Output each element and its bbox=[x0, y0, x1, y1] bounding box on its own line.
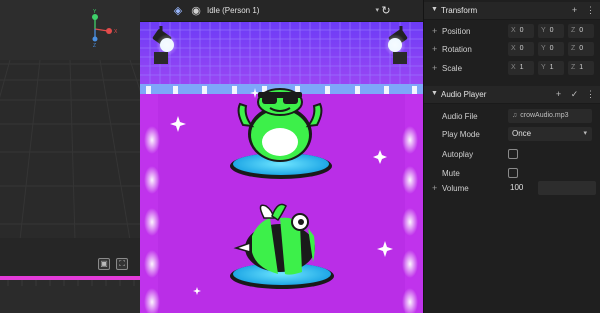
autoplay-checkbox[interactable] bbox=[508, 149, 518, 159]
position-x-field[interactable]: X0 bbox=[508, 24, 534, 38]
timeline-panel bbox=[0, 280, 140, 313]
mute-checkbox[interactable] bbox=[508, 168, 518, 178]
position-label: Position bbox=[442, 27, 471, 36]
position-z-field[interactable]: Z0 bbox=[568, 24, 594, 38]
volume-slider[interactable] bbox=[538, 181, 596, 195]
transform-rotation-row: + Rotation X0 Y0 Z0 bbox=[424, 39, 600, 59]
transform-section-header[interactable]: ▼ Transform + ⋮ bbox=[424, 2, 600, 20]
add-icon[interactable]: + bbox=[569, 5, 580, 16]
position-y-field[interactable]: Y0 bbox=[538, 24, 564, 38]
inspector-panel: ▼ Transform + ⋮ + Position X0 Y0 Z0 + Ro… bbox=[423, 0, 600, 313]
scale-x-field[interactable]: X1 bbox=[508, 61, 534, 75]
autoplay-label: Autoplay bbox=[442, 150, 474, 159]
chevron-down-icon[interactable]: ▼ bbox=[431, 90, 438, 97]
check-icon[interactable]: ✓ bbox=[569, 89, 580, 100]
timeline-ruler bbox=[7, 280, 135, 286]
fullscreen-icon[interactable]: ⛶ bbox=[116, 258, 128, 270]
audio-player-section-header[interactable]: ▼ Audio Player + ✓ ⋮ bbox=[424, 86, 600, 104]
gizmo-y-label: Y bbox=[93, 9, 97, 15]
ar-stage-preview[interactable] bbox=[140, 22, 423, 313]
transform-position-row: + Position X0 Y0 Z0 bbox=[424, 21, 600, 41]
plus-icon[interactable]: + bbox=[432, 44, 437, 54]
axis-gizmo[interactable]: Y X Z bbox=[78, 8, 128, 48]
audio-file-value: crowAudio.mp3 bbox=[520, 112, 569, 119]
editor-window: Y X Z ▣ ⛶ ◈ ◉ Idle (Person 1) ▾ ↻ ▼ Tran… bbox=[0, 0, 600, 313]
audio-file-field[interactable]: ♫ crowAudio.mp3 bbox=[508, 109, 592, 123]
volume-label: Volume bbox=[442, 184, 469, 193]
chevron-down-icon[interactable]: ▼ bbox=[431, 6, 438, 13]
fit-view-icon[interactable]: ▣ bbox=[98, 258, 110, 270]
music-note-icon: ♫ bbox=[512, 112, 518, 119]
play-mode-row: Play Mode Once ▾ bbox=[424, 124, 600, 144]
more-icon[interactable]: ⋮ bbox=[585, 5, 596, 16]
play-mode-label: Play Mode bbox=[442, 130, 480, 139]
rotation-y-field[interactable]: Y0 bbox=[538, 42, 564, 56]
rotation-z-field[interactable]: Z0 bbox=[568, 42, 594, 56]
mute-label: Mute bbox=[442, 169, 460, 178]
transform-title: Transform bbox=[441, 6, 478, 15]
person-select-value: Idle (Person 1) bbox=[207, 6, 260, 15]
rotation-label: Rotation bbox=[442, 45, 472, 54]
scale-z-field[interactable]: Z1 bbox=[568, 61, 594, 75]
audio-file-label: Audio File bbox=[442, 112, 478, 121]
chevron-down-icon: ▾ bbox=[583, 130, 587, 137]
gizmo-z-label: Z bbox=[93, 43, 96, 48]
x-axis-handle bbox=[106, 28, 112, 34]
scene-viewport[interactable]: Y X Z ▣ ⛶ bbox=[0, 0, 140, 313]
audio-player-title: Audio Player bbox=[441, 90, 487, 99]
play-mode-select[interactable]: Once ▾ bbox=[508, 127, 592, 141]
autoplay-row: Autoplay bbox=[424, 144, 600, 164]
audio-file-row: Audio File ♫ crowAudio.mp3 bbox=[424, 106, 600, 126]
play-mode-value: Once bbox=[512, 129, 532, 138]
stage-toolbar: ◈ ◉ Idle (Person 1) ▾ ↻ bbox=[140, 0, 423, 22]
z-axis-handle bbox=[92, 36, 98, 42]
volume-value-field[interactable]: 100 bbox=[508, 181, 536, 195]
plus-icon[interactable]: + bbox=[432, 183, 437, 193]
more-icon[interactable]: ⋮ bbox=[585, 89, 596, 100]
gizmo-x-label: X bbox=[114, 29, 118, 35]
plus-icon[interactable]: + bbox=[432, 26, 437, 36]
refresh-icon[interactable]: ↻ bbox=[379, 4, 393, 18]
rotation-x-field[interactable]: X0 bbox=[508, 42, 534, 56]
transform-scale-row: + Scale X1 Y1 Z1 bbox=[424, 58, 600, 78]
scale-label: Scale bbox=[442, 64, 463, 73]
volume-row: + Volume 100 bbox=[424, 178, 600, 198]
plus-icon[interactable]: + bbox=[432, 63, 437, 73]
person-select[interactable]: Idle (Person 1) ▾ bbox=[207, 4, 379, 18]
add-icon[interactable]: + bbox=[553, 89, 564, 100]
camera-icon[interactable]: ◉ bbox=[189, 4, 203, 18]
scale-y-field[interactable]: Y1 bbox=[538, 61, 564, 75]
stage-scene bbox=[140, 22, 423, 313]
cube-icon[interactable]: ◈ bbox=[171, 4, 185, 18]
